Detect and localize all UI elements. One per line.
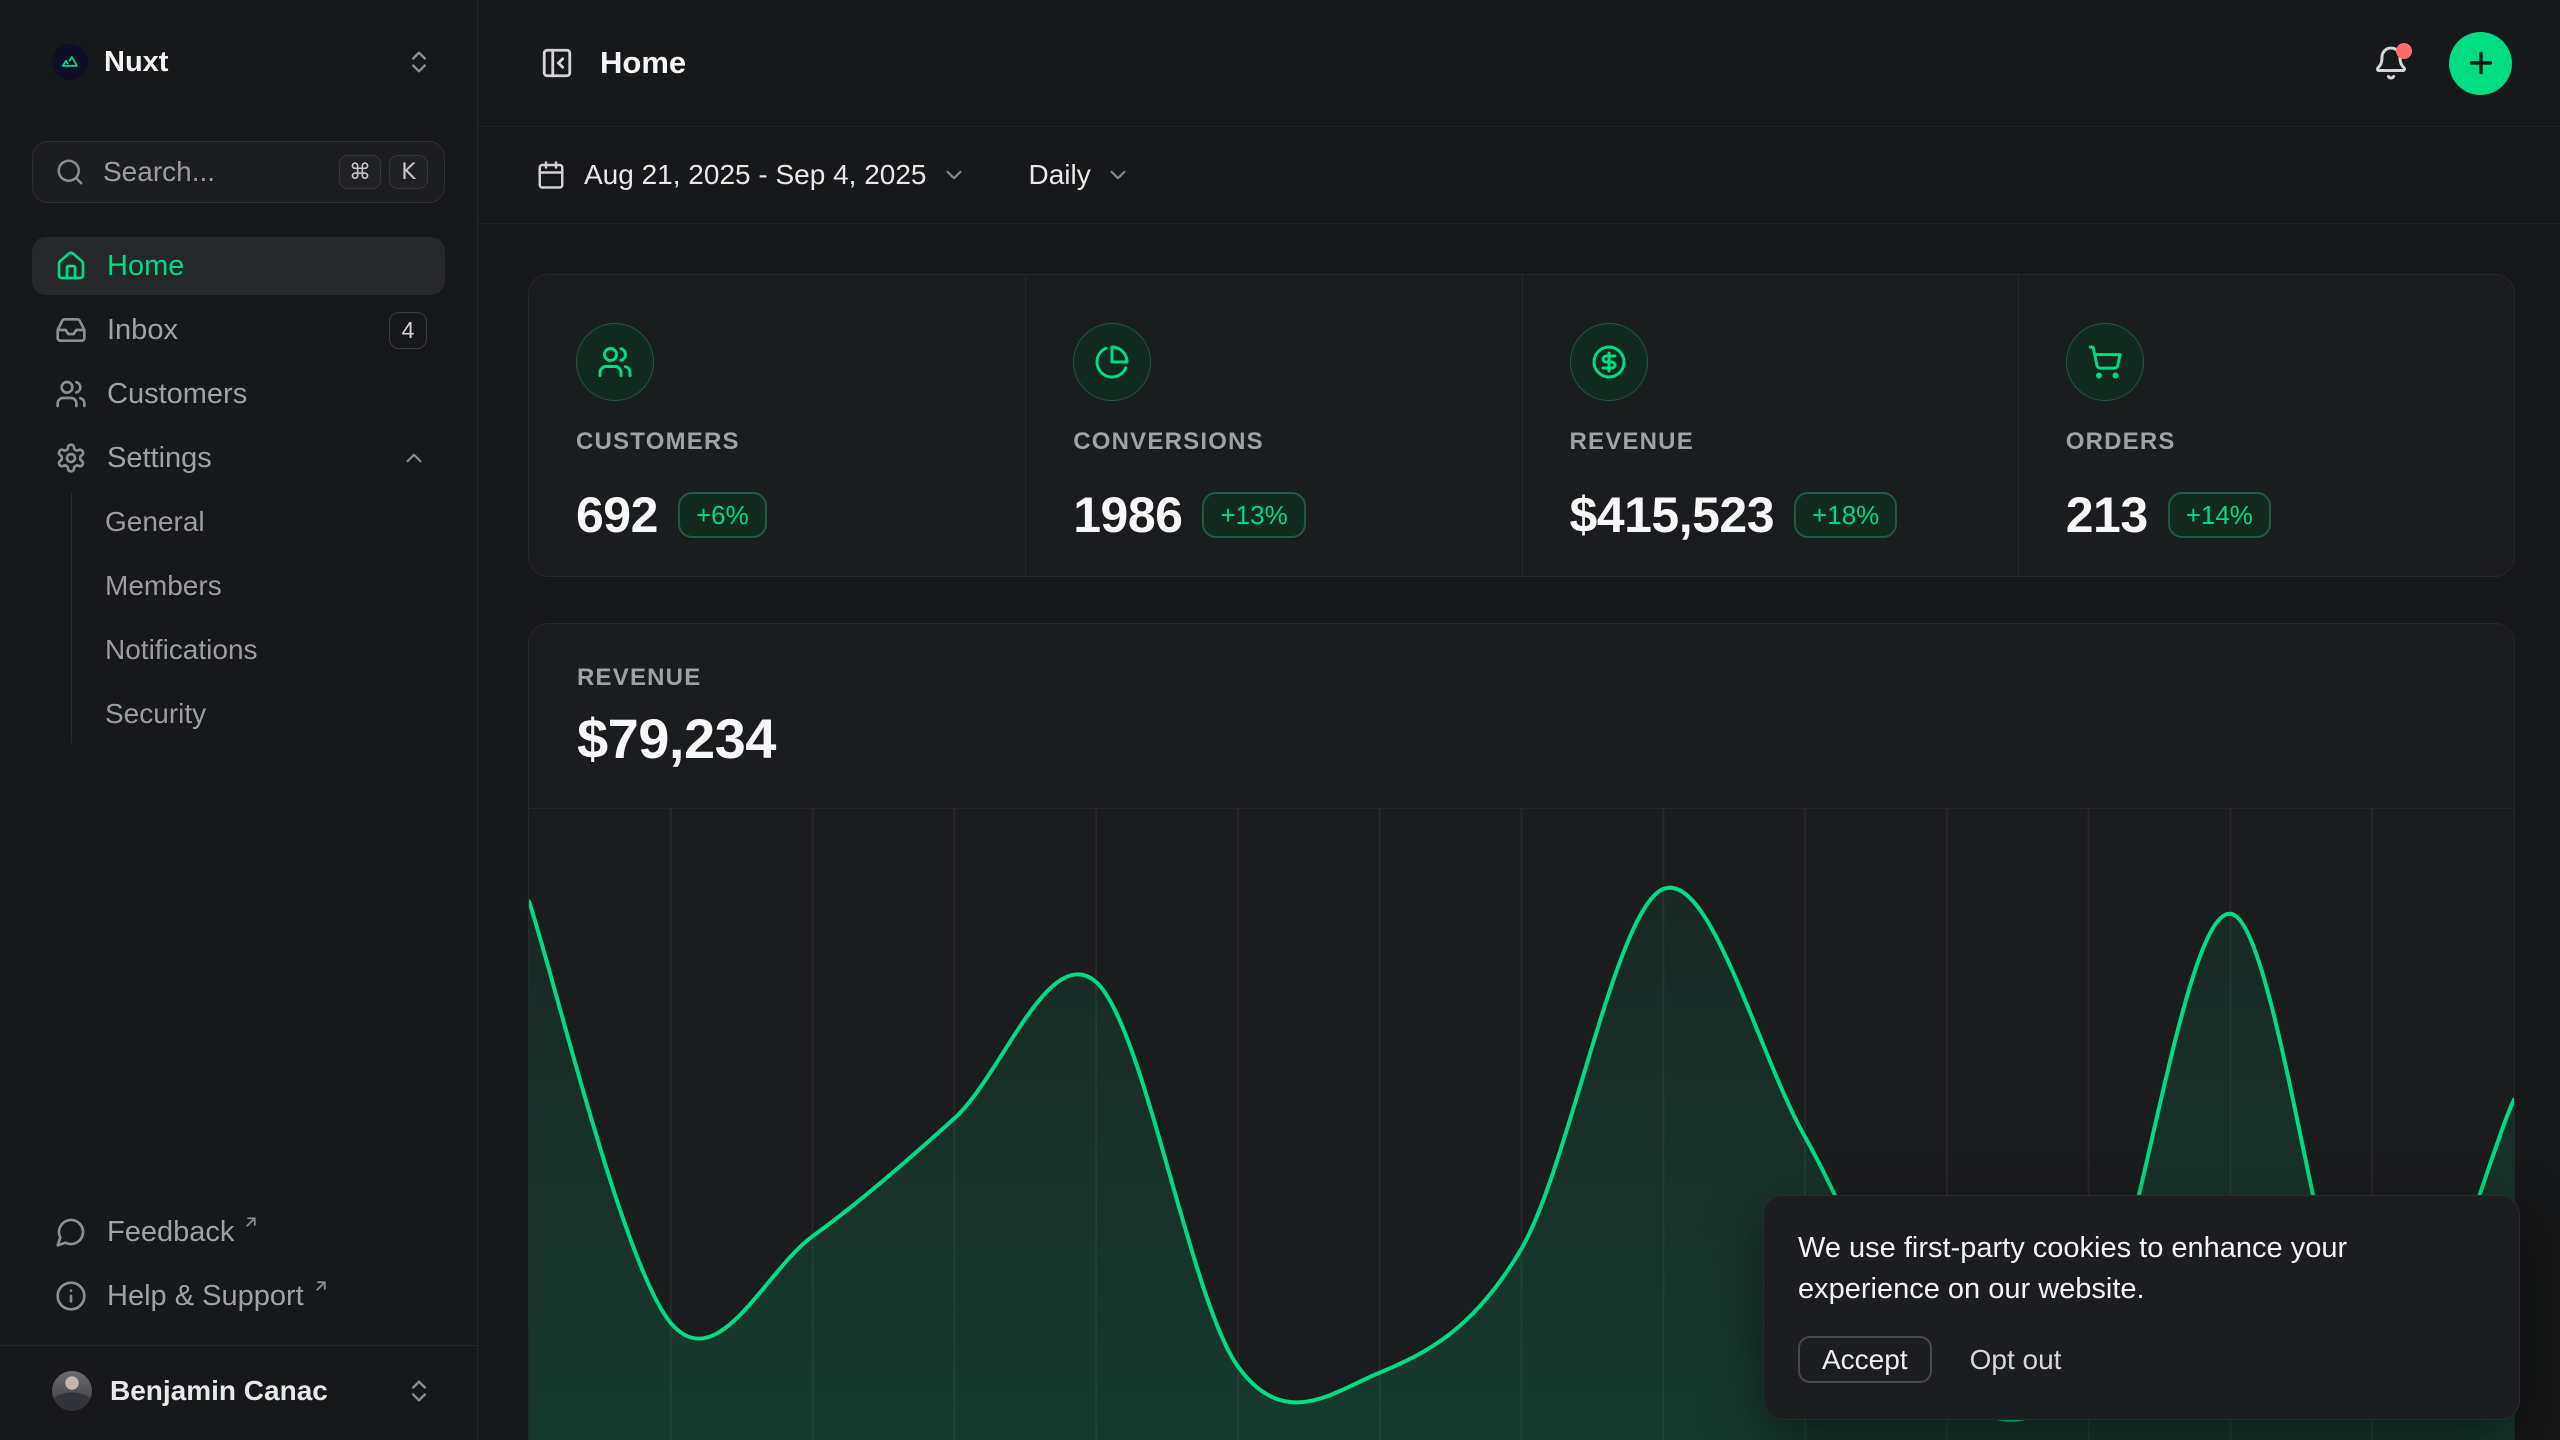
date-range-value: Aug 21, 2025 - Sep 4, 2025 (584, 159, 927, 191)
sidebar-item-inbox[interactable]: Inbox 4 (32, 301, 445, 359)
period-select[interactable]: Daily (1029, 159, 1131, 191)
opt-out-button[interactable]: Opt out (1970, 1344, 2062, 1376)
add-button[interactable] (2449, 32, 2512, 95)
sidebar-item-customers[interactable]: Customers (32, 365, 445, 423)
accept-button[interactable]: Accept (1798, 1336, 1932, 1383)
user-menu[interactable]: Benjamin Canac (32, 1358, 445, 1424)
stat-delta-badge: +6% (678, 492, 767, 538)
external-link-icon (312, 1277, 330, 1295)
user-avatar (52, 1371, 92, 1411)
sidebar: Nuxt Search... ⌘ K (0, 0, 478, 1440)
panel-collapse-icon[interactable] (540, 46, 574, 80)
stat-label: REVENUE (1570, 428, 1988, 456)
external-link-icon (242, 1213, 260, 1231)
chevron-down-icon (1105, 162, 1131, 188)
cookie-actions: Accept Opt out (1798, 1336, 2485, 1383)
stat-label: CUSTOMERS (576, 428, 995, 456)
stat-value: 213 (2066, 486, 2148, 544)
sidebar-item-settings[interactable]: Settings (32, 429, 445, 487)
stat-delta-badge: +14% (2168, 492, 2271, 538)
search-shortcut: ⌘ K (339, 155, 428, 189)
stat-orders: ORDERS 213 +14% (2018, 275, 2514, 576)
notification-dot (2396, 43, 2412, 59)
inbox-count-badge: 4 (389, 312, 427, 349)
nuxt-logo-icon (52, 44, 88, 80)
chevron-up-icon (401, 445, 427, 471)
filters-toolbar: Aug 21, 2025 - Sep 4, 2025 Daily (478, 127, 2560, 224)
info-icon (55, 1280, 87, 1312)
search-placeholder: Search... (103, 156, 215, 188)
message-circle-icon (55, 1216, 87, 1248)
user-name: Benjamin Canac (110, 1375, 328, 1407)
chevrons-up-down-icon (405, 1377, 433, 1405)
chart-title: REVENUE (577, 664, 2466, 692)
help-support-link[interactable]: Help & Support (32, 1267, 445, 1325)
shopping-cart-icon (2066, 323, 2144, 401)
kbd-cmd: ⌘ (339, 155, 381, 189)
stat-value: 1986 (1073, 486, 1182, 544)
gear-icon (55, 442, 87, 474)
stat-delta-badge: +13% (1202, 492, 1305, 538)
settings-sub-list: General Members Notifications Security (71, 493, 445, 743)
inbox-icon (55, 314, 87, 346)
help-support-label: Help & Support (107, 1280, 304, 1313)
chart-head: REVENUE $79,234 (529, 624, 2514, 771)
sidebar-item-general[interactable]: General (72, 493, 445, 551)
kbd-k: K (389, 155, 428, 189)
date-range-picker[interactable]: Aug 21, 2025 - Sep 4, 2025 (536, 159, 967, 191)
search-icon (55, 157, 85, 187)
search-input[interactable]: Search... ⌘ K (32, 141, 445, 203)
calendar-icon (536, 160, 566, 190)
sidebar-scroll: Nuxt Search... ⌘ K (0, 0, 477, 1345)
stat-customers: CUSTOMERS 692 +6% (529, 275, 1025, 576)
pie-chart-icon (1073, 323, 1151, 401)
users-icon (576, 323, 654, 401)
workspace-selector[interactable]: Nuxt (32, 34, 445, 90)
sidebar-item-label: Customers (107, 378, 247, 411)
sidebar-footer: Feedback Help & Support (32, 1203, 445, 1331)
plus-icon (2465, 47, 2497, 79)
chevrons-up-down-icon (405, 48, 433, 76)
sidebar-item-notifications[interactable]: Notifications (72, 621, 445, 679)
cookie-message: We use first-party cookies to enhance yo… (1798, 1228, 2485, 1310)
header-actions (2373, 32, 2512, 95)
stats-card: CUSTOMERS 692 +6% CONVERSIONS 1986 +13% (528, 274, 2515, 577)
sidebar-item-home[interactable]: Home (32, 237, 445, 295)
page-title: Home (600, 45, 686, 81)
sidebar-item-label: Settings (107, 442, 212, 475)
sidebar-spacer (32, 749, 445, 1203)
sidebar-item-label: Inbox (107, 314, 178, 347)
stat-revenue: REVENUE $415,523 +18% (1522, 275, 2018, 576)
chevron-down-icon (941, 162, 967, 188)
users-icon (55, 378, 87, 410)
workspace-name: Nuxt (104, 46, 168, 79)
period-value: Daily (1029, 159, 1091, 191)
stat-delta-badge: +18% (1794, 492, 1897, 538)
stat-label: ORDERS (2066, 428, 2484, 456)
notifications-button[interactable] (2373, 45, 2409, 81)
sidebar-nav: Home Inbox 4 Customers (32, 237, 445, 749)
house-icon (55, 250, 87, 282)
user-section: Benjamin Canac (0, 1345, 477, 1440)
cookie-banner: We use first-party cookies to enhance yo… (1763, 1195, 2520, 1420)
dollar-circle-icon (1570, 323, 1648, 401)
feedback-label: Feedback (107, 1216, 234, 1249)
sidebar-item-label: Home (107, 250, 184, 283)
stat-label: CONVERSIONS (1073, 428, 1491, 456)
stat-value: $415,523 (1570, 486, 1775, 544)
stat-conversions: CONVERSIONS 1986 +13% (1025, 275, 1521, 576)
sidebar-item-security[interactable]: Security (72, 685, 445, 743)
page-header: Home (478, 0, 2560, 127)
sidebar-item-members[interactable]: Members (72, 557, 445, 615)
feedback-link[interactable]: Feedback (32, 1203, 445, 1261)
chart-current-value: $79,234 (577, 706, 2466, 771)
stat-value: 692 (576, 486, 658, 544)
